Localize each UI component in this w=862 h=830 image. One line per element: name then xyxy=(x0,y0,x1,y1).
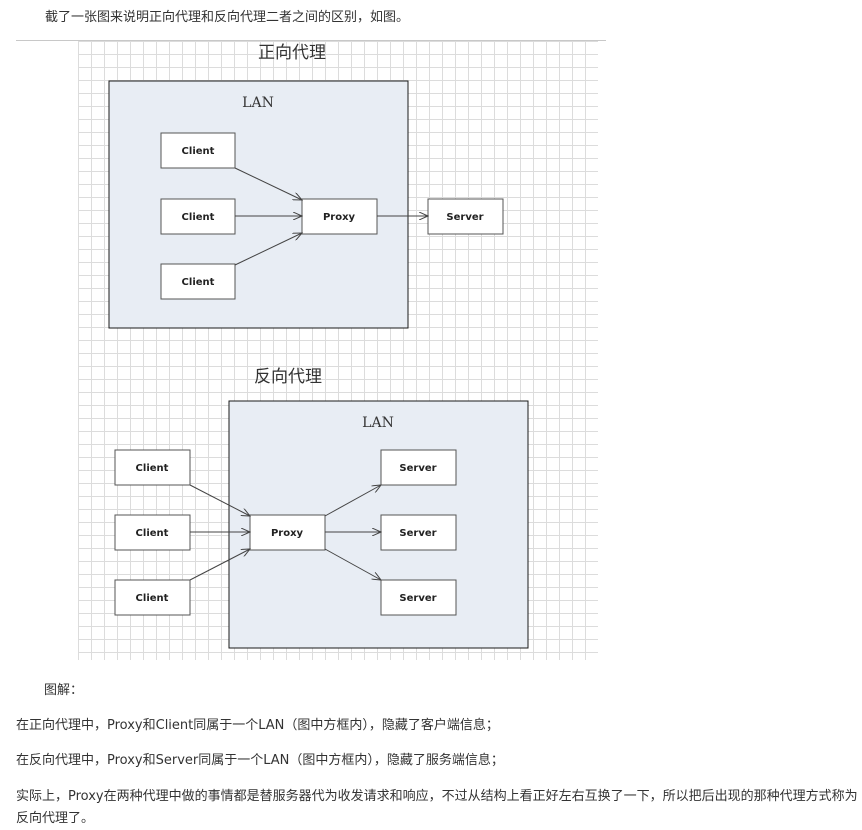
reverse-server-node: Server xyxy=(380,449,457,486)
forward-server-node: Server xyxy=(427,198,504,235)
forward-proxy-title: 正向代理 xyxy=(258,43,326,63)
forward-proxy-node: Proxy xyxy=(301,198,378,235)
intro-text: 截了一张图来说明正向代理和反向代理二者之间的区别，如图。 xyxy=(45,10,410,25)
reverse-client-node: Client xyxy=(114,579,191,616)
paragraph-forward: 在正向代理中，Proxy和Client同属于一个LAN（图中方框内），隐藏了客户… xyxy=(16,718,499,733)
proxy-diagram-figure: 正向代理 LAN Client Client Client Proxy Serv… xyxy=(78,41,598,660)
forward-server-label: Server xyxy=(446,212,483,223)
reverse-proxy-node: Proxy xyxy=(249,514,326,551)
forward-client-node: Client xyxy=(160,198,236,235)
reverse-client-node: Client xyxy=(114,449,191,486)
paragraph-summary: 实际上，Proxy在两种代理中做的事情都是替服务器代为收发请求和响应，不过从结构… xyxy=(16,789,858,826)
paragraph-reverse: 在反向代理中，Proxy和Server同属于一个LAN（图中方框内），隐藏了服务… xyxy=(16,753,504,768)
reverse-proxy-label: Proxy xyxy=(271,528,304,539)
forward-proxy-label: Proxy xyxy=(323,212,356,223)
proxy-diagram: 正向代理 LAN Client Client Client Proxy Serv… xyxy=(108,43,529,649)
reverse-server-label: Server xyxy=(399,463,436,474)
forward-client-label: Client xyxy=(182,277,215,288)
reverse-client-label: Client xyxy=(136,593,169,604)
reverse-lan-label: LAN xyxy=(362,415,394,431)
forward-client-node: Client xyxy=(160,132,236,169)
forward-client-node: Client xyxy=(160,263,236,300)
reverse-server-node: Server xyxy=(380,514,457,551)
forward-client-label: Client xyxy=(182,212,215,223)
forward-client-label: Client xyxy=(182,146,215,157)
reverse-server-label: Server xyxy=(399,593,436,604)
reverse-server-node: Server xyxy=(380,579,457,616)
reverse-client-label: Client xyxy=(136,463,169,474)
caption-heading: 图解： xyxy=(44,683,84,698)
reverse-client-node: Client xyxy=(114,514,191,551)
forward-lan-label: LAN xyxy=(242,95,274,111)
reverse-client-label: Client xyxy=(136,528,169,539)
reverse-server-label: Server xyxy=(399,528,436,539)
reverse-proxy-title: 反向代理 xyxy=(254,367,322,387)
